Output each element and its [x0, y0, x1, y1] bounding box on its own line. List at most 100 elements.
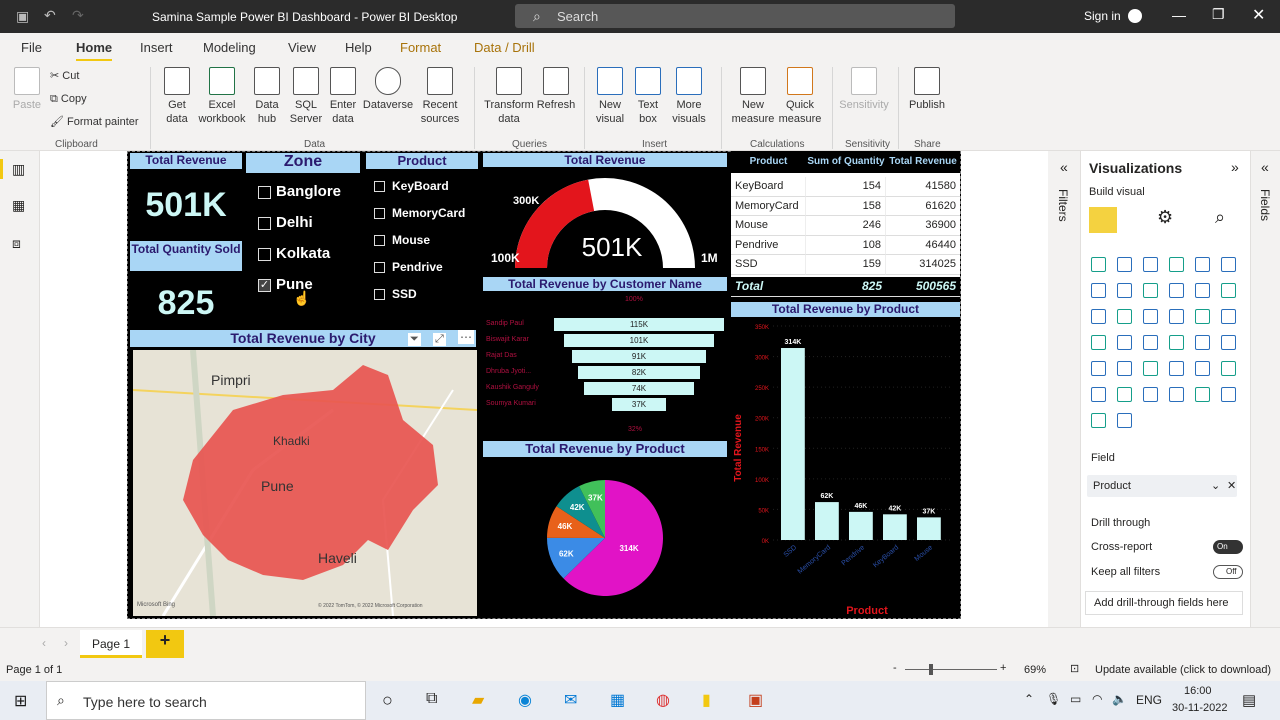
- data-hub-button[interactable]: Data hub: [249, 61, 285, 126]
- chevron-down-icon[interactable]: ⌄: [1211, 479, 1220, 492]
- zoom-in-icon[interactable]: +: [1000, 662, 1006, 674]
- zoom-out-icon[interactable]: -: [893, 662, 897, 674]
- redo-icon[interactable]: ↷: [72, 7, 84, 24]
- language-indicator[interactable]: ENG: [1136, 693, 1162, 707]
- publish-button[interactable]: Publish: [906, 61, 948, 112]
- next-page-icon[interactable]: ›: [64, 636, 68, 650]
- visual-type-icon[interactable]: [1117, 361, 1132, 376]
- restore-icon[interactable]: ❐: [1212, 6, 1225, 23]
- visual-type-icon[interactable]: [1221, 335, 1236, 350]
- format-painter-button[interactable]: 🖌 Format painter: [50, 115, 139, 129]
- dataverse-button[interactable]: Dataverse: [362, 61, 414, 112]
- remove-field-icon[interactable]: ✕: [1227, 479, 1236, 492]
- visual-type-icon[interactable]: [1221, 387, 1236, 402]
- notification-icon[interactable]: ▤: [1242, 691, 1256, 709]
- zone-checkbox[interactable]: ✓: [258, 279, 271, 292]
- product-checkbox[interactable]: [374, 262, 385, 273]
- update-link[interactable]: Update available (click to download): [1095, 664, 1271, 676]
- menu-modeling[interactable]: Modeling: [203, 40, 256, 55]
- visual-type-icon[interactable]: [1117, 283, 1132, 298]
- bar[interactable]: [781, 348, 805, 540]
- powerbi-icon[interactable]: ▮: [702, 690, 711, 710]
- get-data-button[interactable]: Get data: [158, 61, 196, 126]
- visual-type-icon[interactable]: [1143, 387, 1158, 402]
- visual-type-icon[interactable]: [1091, 283, 1106, 298]
- sensitivity-button[interactable]: Sensitivity: [838, 61, 890, 112]
- visual-type-icon[interactable]: [1143, 335, 1158, 350]
- visual-type-icon[interactable]: [1221, 283, 1236, 298]
- visual-type-icon[interactable]: [1117, 335, 1132, 350]
- visual-type-icon[interactable]: [1091, 413, 1106, 428]
- visual-type-icon[interactable]: [1117, 387, 1132, 402]
- visual-type-icon[interactable]: [1195, 309, 1210, 324]
- bar[interactable]: [815, 502, 839, 540]
- avatar[interactable]: [1128, 9, 1142, 23]
- page-tab[interactable]: Page 1: [80, 630, 142, 658]
- product-option[interactable]: Pendrive: [392, 260, 443, 274]
- zoom-thumb[interactable]: [929, 664, 933, 675]
- menu-data-drill[interactable]: Data / Drill: [474, 40, 535, 55]
- visual-type-icon[interactable]: [1195, 335, 1210, 350]
- zone-checkbox[interactable]: [258, 217, 271, 230]
- save-icon[interactable]: ▣: [16, 8, 29, 25]
- volume-icon[interactable]: 🔈: [1112, 692, 1127, 706]
- cortana-icon[interactable]: ○: [382, 690, 393, 711]
- product-checkbox[interactable]: [374, 208, 385, 219]
- store-icon[interactable]: ▦: [610, 690, 625, 710]
- product-checkbox[interactable]: [374, 235, 385, 246]
- visual-type-icon[interactable]: [1117, 309, 1132, 324]
- text-box-button[interactable]: Text box: [632, 61, 664, 126]
- chevron-up-icon[interactable]: ⌃: [1024, 692, 1034, 706]
- wifi-icon[interactable]: ◠: [1092, 692, 1102, 706]
- visual-type-icon[interactable]: [1195, 283, 1210, 298]
- prev-page-icon[interactable]: ‹: [42, 636, 46, 650]
- visual-type-icon[interactable]: [1143, 309, 1158, 324]
- visual-type-icon[interactable]: [1169, 257, 1184, 272]
- product-option[interactable]: SSD: [392, 287, 417, 301]
- new-measure-button[interactable]: New measure: [730, 61, 776, 126]
- report-view-icon[interactable]: ▥: [12, 161, 25, 178]
- refresh-button[interactable]: Refresh: [536, 61, 576, 112]
- cross-report-toggle[interactable]: On: [1213, 540, 1243, 554]
- bar[interactable]: [917, 517, 941, 540]
- visual-type-icon[interactable]: [1221, 361, 1236, 376]
- visual-type-icon[interactable]: [1117, 413, 1132, 428]
- visual-type-icon[interactable]: [1169, 335, 1184, 350]
- add-drill-through-well[interactable]: Add drill-through fields here: [1085, 591, 1243, 615]
- undo-icon[interactable]: ↶: [44, 7, 56, 24]
- visual-type-icon[interactable]: [1091, 387, 1106, 402]
- copy-button[interactable]: ⧉ Copy: [50, 92, 87, 106]
- menu-help[interactable]: Help: [345, 40, 372, 55]
- menu-insert[interactable]: Insert: [140, 40, 173, 55]
- powerpoint-icon[interactable]: ▣: [748, 690, 763, 710]
- visual-type-icon[interactable]: [1143, 361, 1158, 376]
- bar[interactable]: [849, 511, 873, 540]
- chevron-left-icon[interactable]: «: [1060, 159, 1068, 175]
- fit-page-icon[interactable]: ⊡: [1070, 662, 1079, 675]
- zone-checkbox[interactable]: [258, 248, 271, 261]
- table-header[interactable]: Total Revenue: [886, 151, 960, 173]
- product-checkbox[interactable]: [374, 289, 385, 300]
- visual-type-icon[interactable]: [1091, 335, 1106, 350]
- excel-workbook-button[interactable]: Excel workbook: [198, 61, 246, 126]
- recent-sources-button[interactable]: Recent sources: [416, 61, 464, 126]
- menu-format[interactable]: Format: [400, 40, 441, 55]
- table-header[interactable]: Product: [731, 151, 806, 173]
- filters-pane[interactable]: « Filters: [1050, 151, 1080, 627]
- edge-icon[interactable]: ◉: [518, 690, 532, 710]
- chrome-icon[interactable]: ◍: [656, 690, 670, 710]
- visual-type-icon[interactable]: [1169, 309, 1184, 324]
- field-well[interactable]: Product ⌄ ✕: [1087, 475, 1237, 497]
- visual-type-icon[interactable]: [1091, 309, 1106, 324]
- add-page-button[interactable]: +: [146, 630, 184, 658]
- mail-icon[interactable]: ✉: [564, 690, 577, 710]
- transform-data-button[interactable]: Transform data: [483, 61, 535, 126]
- zone-option[interactable]: Kolkata: [276, 245, 330, 262]
- product-option[interactable]: MemoryCard: [392, 206, 465, 220]
- format-visual-icon[interactable]: ⚙: [1157, 207, 1173, 228]
- windows-start-icon[interactable]: ⊞: [14, 691, 27, 711]
- product-option[interactable]: Mouse: [392, 233, 430, 247]
- clock-date[interactable]: 30-11-2022: [1172, 702, 1227, 714]
- chevron-left-icon[interactable]: «: [1261, 159, 1269, 175]
- analytics-icon[interactable]: ⌕: [1215, 207, 1225, 228]
